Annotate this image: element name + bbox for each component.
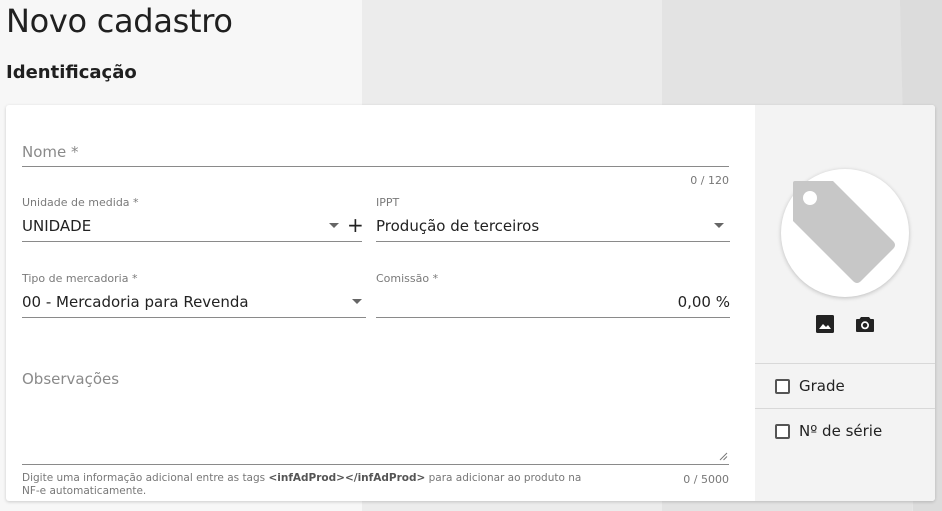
- options-divider-top: [755, 363, 935, 364]
- grade-label: Grade: [799, 377, 845, 395]
- tipo-mercadoria-select[interactable]: Tipo de mercadoria * 00 - Mercadoria par…: [22, 272, 366, 318]
- image-icon[interactable]: [814, 313, 836, 335]
- tipo-mercadoria-dropdown-icon: [352, 299, 362, 304]
- numero-serie-option[interactable]: Nº de série: [775, 421, 882, 441]
- options-divider-middle: [755, 408, 935, 409]
- comissao-label: Comissão *: [376, 272, 439, 285]
- ippt-label: IPPT: [376, 196, 400, 209]
- tag-placeholder-icon: [793, 181, 895, 283]
- hint-tag: <infAdProd></infAdProd>: [268, 472, 426, 484]
- ippt-value: Produção de terceiros: [376, 217, 540, 235]
- hint-text-before: Digite uma informação adicional entre as…: [22, 472, 269, 484]
- observacoes-textarea[interactable]: Observações: [22, 363, 729, 465]
- comissao-underline: [376, 317, 730, 318]
- tipo-mercadoria-label: Tipo de mercadoria *: [22, 272, 138, 285]
- unidade-underline: [22, 241, 362, 242]
- unidade-value: UNIDADE: [22, 217, 92, 235]
- section-title: Identificação: [6, 62, 137, 83]
- observacoes-underline: [22, 464, 729, 465]
- unidade-dropdown-icon: [329, 223, 339, 228]
- comissao-field[interactable]: Comissão * 0,00 %: [376, 272, 730, 318]
- observacoes-hint: Digite uma informação adicional entre as…: [22, 472, 582, 498]
- unidade-label: Unidade de medida *: [22, 196, 139, 209]
- grade-option[interactable]: Grade: [775, 376, 845, 396]
- ippt-underline: [376, 241, 730, 242]
- unidade-select[interactable]: Unidade de medida * UNIDADE +: [22, 196, 366, 242]
- camera-icon[interactable]: [854, 313, 876, 335]
- grade-checkbox[interactable]: [775, 378, 790, 394]
- product-image-panel: Grade Nº de série: [755, 105, 935, 501]
- observacoes-placeholder: Observações: [22, 370, 120, 388]
- comissao-value: 0,00 %: [677, 293, 730, 311]
- page-title: Novo cadastro: [6, 2, 233, 40]
- observacoes-counter: 0 / 5000: [683, 473, 729, 486]
- nome-counter: 0 / 120: [690, 174, 729, 187]
- nome-field[interactable]: Nome *: [22, 135, 729, 167]
- ippt-dropdown-icon: [714, 223, 724, 228]
- unidade-add-button[interactable]: +: [347, 213, 364, 237]
- tipo-mercadoria-underline: [22, 317, 366, 318]
- textarea-resize-icon[interactable]: [719, 452, 728, 461]
- product-image[interactable]: [781, 169, 909, 297]
- nome-placeholder: Nome *: [22, 143, 79, 161]
- nome-underline: [22, 166, 729, 167]
- numero-serie-checkbox[interactable]: [775, 423, 790, 439]
- numero-serie-label: Nº de série: [799, 422, 883, 440]
- ippt-select[interactable]: IPPT Produção de terceiros: [376, 196, 730, 242]
- tipo-mercadoria-value: 00 - Mercadoria para Revenda: [22, 293, 249, 311]
- form-card: Nome * 0 / 120 Unidade de medida * UNIDA…: [6, 105, 935, 501]
